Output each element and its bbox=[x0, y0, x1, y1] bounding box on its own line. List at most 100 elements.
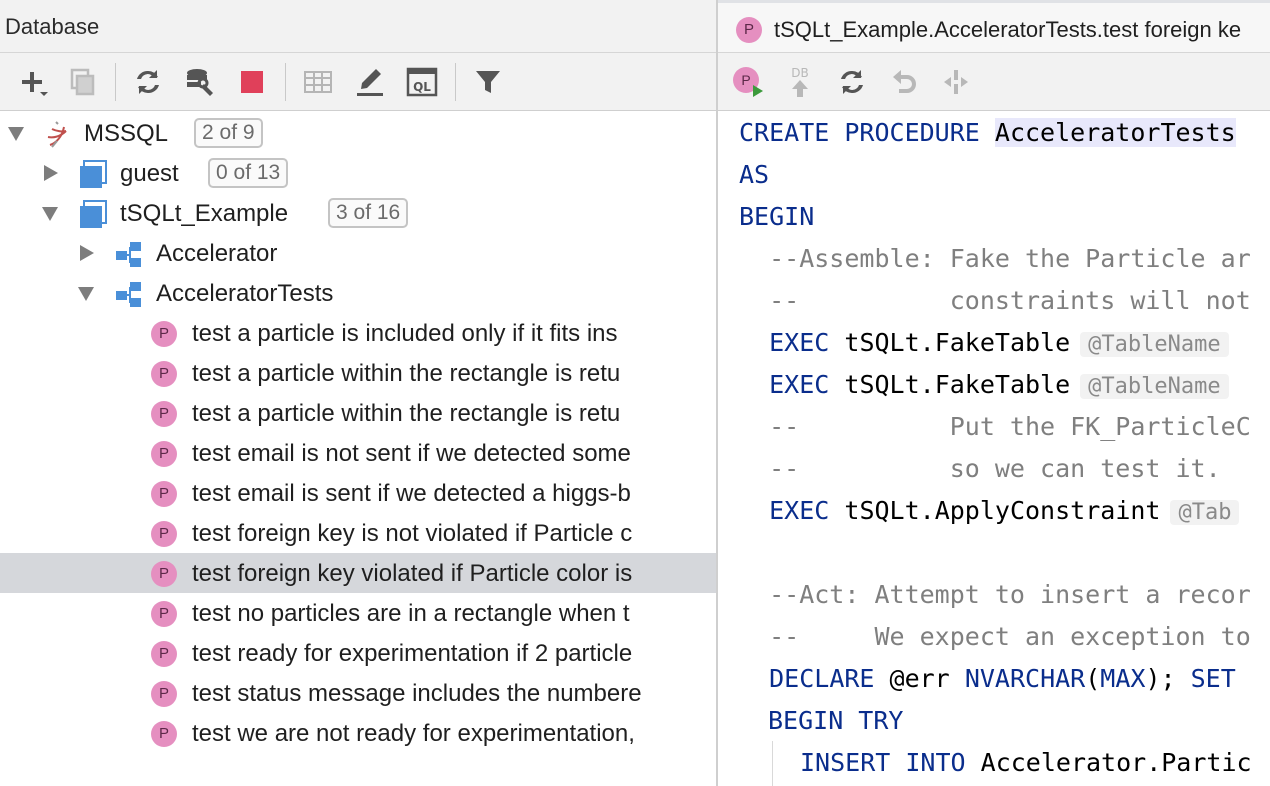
code-line: EXEC tSQLt.FakeTable @TableName bbox=[739, 323, 1229, 363]
code-line: EXEC tSQLt.FakeTable @TableName bbox=[739, 365, 1229, 405]
editor-tab-bar: P tSQLt_Example.AcceleratorTests.test fo… bbox=[718, 0, 1270, 53]
tree-node-folder-accelerator[interactable]: Accelerator bbox=[0, 233, 716, 273]
procedure-icon: P bbox=[151, 401, 177, 427]
procedure-label: test status message includes the numbere bbox=[192, 680, 642, 707]
tree-node-procedure[interactable]: P test a particle within the rectangle i… bbox=[0, 353, 716, 393]
schema-icon bbox=[78, 199, 108, 229]
compare-icon[interactable] bbox=[938, 64, 974, 100]
tree-node-procedure[interactable]: P test we are not ready for experimentat… bbox=[0, 713, 716, 753]
tree-node-root[interactable]: MSSQL 2 of 9 bbox=[0, 113, 716, 153]
count-badge: 3 of 16 bbox=[328, 198, 409, 228]
procedure-label: test email is not sent if we detected so… bbox=[192, 440, 631, 467]
run-procedure-icon[interactable]: P bbox=[730, 64, 766, 100]
refresh-icon[interactable] bbox=[130, 64, 166, 100]
code-comment: -- Put the FK_ParticleC bbox=[739, 412, 1251, 441]
code-comment: --Assemble: Fake the Particle ar bbox=[739, 244, 1251, 273]
data-source-properties-icon[interactable] bbox=[182, 64, 218, 100]
tree-label-acceleratortests: AcceleratorTests bbox=[156, 280, 334, 307]
expand-arrow-icon[interactable] bbox=[78, 287, 94, 301]
tree-node-procedure[interactable]: P test no particles are in a rectangle w… bbox=[0, 593, 716, 633]
code-comment: -- constraints will not bbox=[739, 286, 1251, 315]
procedure-icon: P bbox=[151, 481, 177, 507]
procedure-icon: P bbox=[151, 561, 177, 587]
tree-node-procedure[interactable]: P test status message includes the numbe… bbox=[0, 673, 716, 713]
database-tool-window: Database QL MSSQL 2 of 9 guest 0 of 13 t… bbox=[0, 0, 716, 786]
procedure-icon: P bbox=[151, 441, 177, 467]
code-line: AS bbox=[739, 160, 770, 189]
procedure-label: test no particles are in a rectangle whe… bbox=[192, 600, 630, 627]
procedure-icon: P bbox=[151, 681, 177, 707]
code-line: CREATE PROCEDURE AcceleratorTests bbox=[739, 118, 1236, 147]
code-line: EXEC tSQLt.ApplyConstraint @Tab bbox=[739, 491, 1240, 531]
routines-folder-icon bbox=[114, 239, 144, 269]
database-toolbar: QL bbox=[0, 53, 716, 111]
refresh-icon[interactable] bbox=[834, 64, 870, 100]
procedure-label: test email is sent if we detected a higg… bbox=[192, 480, 631, 507]
toolbar-separator bbox=[285, 63, 286, 101]
database-title: Database bbox=[5, 14, 100, 39]
procedure-icon: P bbox=[151, 601, 177, 627]
expand-arrow-icon[interactable] bbox=[80, 245, 94, 261]
code-line: BEGIN bbox=[739, 202, 815, 231]
procedure-icon: P bbox=[151, 721, 177, 747]
duplicate-icon[interactable] bbox=[64, 64, 100, 100]
sql-code-editor[interactable]: CREATE PROCEDURE AcceleratorTests AS BEG… bbox=[718, 111, 1270, 786]
parameter-hint: @TableName bbox=[1080, 332, 1229, 357]
add-icon[interactable] bbox=[14, 64, 50, 100]
toolbar-separator bbox=[115, 63, 116, 101]
tree-node-schema-tsqlt-example[interactable]: tSQLt_Example 3 of 16 bbox=[0, 193, 716, 233]
tree-node-procedure[interactable]: P test email is not sent if we detected … bbox=[0, 433, 716, 473]
code-comment: -- We expect an exception to bbox=[739, 622, 1251, 651]
tree-label-accelerator: Accelerator bbox=[156, 240, 278, 267]
editor-tab-title: tSQLt_Example.AcceleratorTests.test fore… bbox=[774, 17, 1242, 42]
procedure-label: test we are not ready for experimentatio… bbox=[192, 720, 635, 747]
tree-node-procedure[interactable]: P test a particle within the rectangle i… bbox=[0, 393, 716, 433]
query-console-icon[interactable]: QL bbox=[404, 64, 440, 100]
editor-panel: P tSQLt_Example.AcceleratorTests.test fo… bbox=[718, 0, 1270, 786]
svg-text:DB: DB bbox=[791, 66, 808, 80]
revert-icon[interactable] bbox=[886, 64, 922, 100]
svg-text:P: P bbox=[741, 72, 750, 88]
tree-node-folder-acceleratortests[interactable]: AcceleratorTests bbox=[0, 273, 716, 313]
procedure-icon: P bbox=[151, 361, 177, 387]
tree-node-procedure[interactable]: P test email is sent if we detected a hi… bbox=[0, 473, 716, 513]
code-line: INSERT INTO Accelerator.Partic bbox=[800, 748, 1252, 777]
schema-icon bbox=[78, 159, 108, 189]
expand-arrow-icon[interactable] bbox=[42, 207, 58, 221]
procedure-label: test a particle within the rectangle is … bbox=[192, 400, 621, 427]
code-line: BEGIN TRY bbox=[768, 706, 904, 735]
tree-label-guest: guest bbox=[120, 160, 179, 187]
filter-icon[interactable] bbox=[470, 64, 506, 100]
indent-guide bbox=[772, 741, 773, 786]
tree-node-schema-guest[interactable]: guest 0 of 13 bbox=[0, 153, 716, 193]
tree-node-procedure[interactable]: P test foreign key is not violated if Pa… bbox=[0, 513, 716, 553]
procedure-label: test a particle is included only if it f… bbox=[192, 320, 618, 347]
procedure-icon: P bbox=[151, 521, 177, 547]
tree-node-procedure[interactable]: P test a particle is included only if it… bbox=[0, 313, 716, 353]
svg-text:QL: QL bbox=[413, 80, 431, 94]
count-badge: 2 of 9 bbox=[194, 118, 263, 148]
table-icon[interactable] bbox=[300, 64, 336, 100]
procedure-icon: P bbox=[151, 321, 177, 347]
db-submit-icon[interactable]: DB bbox=[782, 64, 818, 100]
code-comment: --Act: Attempt to insert a recor bbox=[739, 580, 1251, 609]
expand-arrow-icon[interactable] bbox=[8, 127, 24, 141]
tree-node-procedure[interactable]: P test ready for experimentation if 2 pa… bbox=[0, 633, 716, 673]
toolbar-separator bbox=[455, 63, 456, 101]
code-line: DECLARE @err NVARCHAR(MAX); SET bbox=[769, 664, 1236, 693]
stop-icon[interactable] bbox=[234, 64, 270, 100]
procedure-label: test ready for experimentation if 2 part… bbox=[192, 640, 633, 667]
database-tree: MSSQL 2 of 9 guest 0 of 13 tSQLt_Example… bbox=[0, 111, 716, 786]
routines-folder-icon bbox=[114, 279, 144, 309]
tree-label-mssql: MSSQL bbox=[84, 120, 169, 147]
procedure-label: test a particle within the rectangle is … bbox=[192, 360, 621, 387]
tree-node-procedure-selected[interactable]: P test foreign key violated if Particle … bbox=[0, 553, 716, 593]
tree-label-tsqlt-example: tSQLt_Example bbox=[120, 200, 289, 227]
editor-tab[interactable]: P tSQLt_Example.AcceleratorTests.test fo… bbox=[718, 0, 1270, 52]
edit-icon[interactable] bbox=[352, 64, 388, 100]
expand-arrow-icon[interactable] bbox=[44, 165, 58, 181]
code-comment: -- so we can test it. bbox=[739, 454, 1221, 483]
count-badge: 0 of 13 bbox=[208, 158, 289, 188]
parameter-hint: @TableName bbox=[1080, 374, 1229, 399]
procedure-icon: P bbox=[736, 17, 762, 43]
